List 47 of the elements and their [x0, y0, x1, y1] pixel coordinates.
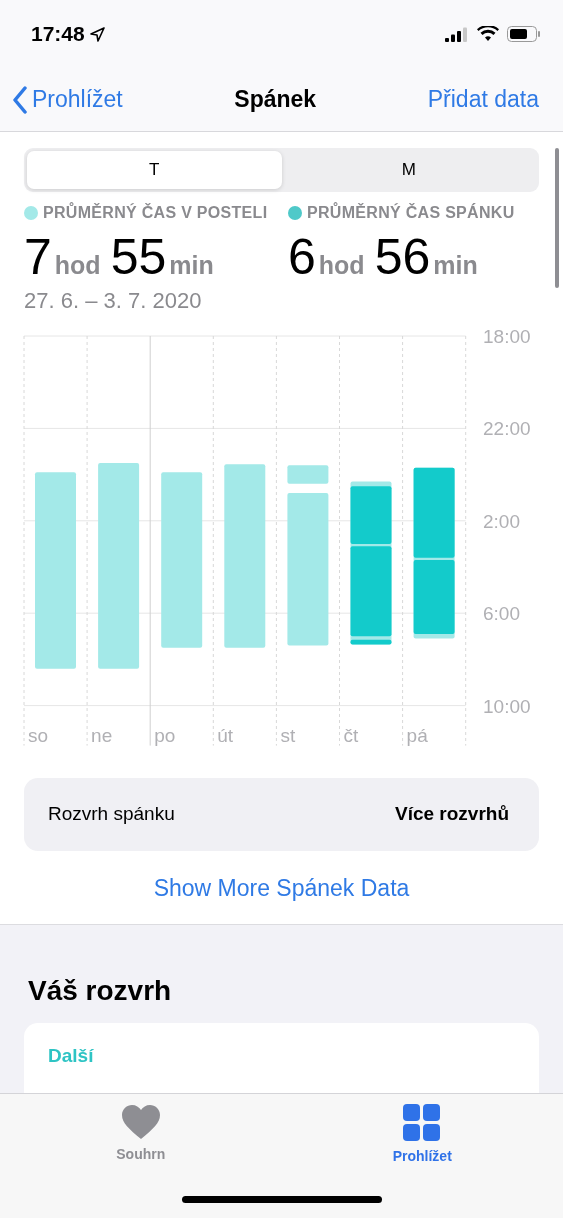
stat-value: 6	[288, 228, 316, 286]
section-title: Váš rozvrh	[27, 974, 173, 1007]
stat-unit: hod	[318, 251, 365, 280]
axis-label: 2:00	[483, 510, 520, 532]
tab-bar-item[interactable]: Prohlížet	[281, 1094, 563, 1218]
wifi-icon	[477, 26, 499, 42]
schedule-row[interactable]: Rozvrh spánku Více rozvrhů	[24, 777, 539, 851]
location-arrow-icon	[89, 26, 105, 42]
axis-label: ne	[91, 724, 113, 746]
segment-tab[interactable]: T	[27, 151, 282, 189]
stat-value: 56	[374, 228, 431, 286]
row-label: Rozvrh spánku	[48, 803, 175, 826]
axis-label: 6:00	[483, 603, 520, 625]
legend-label: PRŮMĚRNÝ ČAS SPÁNKU	[307, 204, 515, 222]
axis-label: pá	[406, 724, 428, 746]
axis-label: st	[280, 724, 296, 746]
stat-value: 55	[110, 228, 167, 286]
axis-label: 22:00	[483, 418, 531, 440]
chart-bar	[350, 639, 392, 645]
date-range: 27. 6. – 3. 7. 2020	[24, 288, 203, 314]
chart-bar	[287, 465, 329, 484]
stat-unit: min	[433, 251, 478, 280]
axis-label: 10:00	[483, 695, 531, 717]
stat-value: 7	[24, 228, 52, 286]
card-label: Další	[48, 1044, 94, 1066]
segment-tab[interactable]: M	[281, 151, 536, 189]
signal-icon	[445, 26, 469, 42]
heart-icon	[120, 1104, 161, 1140]
chevron-left-icon	[12, 85, 28, 114]
legend-label: PRŮMĚRNÝ ČAS V POSTELI	[43, 204, 268, 222]
nav-title: Spánek	[234, 86, 317, 113]
chart-bar	[350, 486, 392, 544]
grid-icon	[403, 1104, 442, 1142]
axis-label: 18:00	[483, 326, 531, 347]
back-button[interactable]: Prohlížet	[12, 85, 123, 114]
axis-label: so	[28, 724, 49, 746]
battery-icon	[507, 26, 541, 42]
add-data-button[interactable]: Přidat data	[427, 86, 539, 113]
axis-label: po	[154, 724, 176, 746]
tab-bar-item[interactable]: Souhrn	[0, 1094, 282, 1218]
stat-unit: hod	[54, 251, 101, 280]
axis-label: čt	[343, 724, 359, 746]
row-value: Více rozvrhů	[394, 803, 509, 826]
axis-label: út	[217, 724, 234, 746]
stat-unit: min	[169, 251, 214, 280]
show-more-link[interactable]: Show More Spánek Data	[153, 874, 410, 902]
status-time: 17:48	[31, 22, 85, 46]
